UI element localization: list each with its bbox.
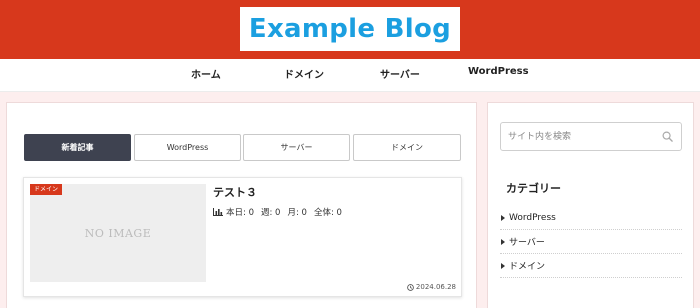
category-item-wordpress[interactable]: WordPress <box>500 206 682 230</box>
category-item-server[interactable]: サーバー <box>500 230 682 254</box>
nav-item-home[interactable]: ホーム <box>191 66 221 81</box>
caret-right-icon <box>501 238 505 245</box>
post-thumbnail[interactable]: NO IMAGE <box>30 184 206 282</box>
search-input[interactable] <box>501 123 661 150</box>
search-form <box>500 122 682 151</box>
category-list: WordPress サーバー ドメイン <box>500 206 682 278</box>
bar-chart-icon <box>213 208 223 216</box>
post-title[interactable]: テスト３ <box>213 184 257 200</box>
main-content: 新着記事 WordPress サーバー ドメイン NO IMAGE ドメイン テ… <box>6 102 477 308</box>
caret-right-icon <box>501 262 505 269</box>
category-item-domain[interactable]: ドメイン <box>500 254 682 278</box>
page-view-counts: 本日: 0 週: 0 月: 0 全体: 0 <box>213 206 349 218</box>
global-nav: ホーム ドメイン サーバー WordPress <box>0 59 700 92</box>
category-item-label: WordPress <box>509 212 556 223</box>
nav-item-wordpress[interactable]: WordPress <box>468 66 529 77</box>
sidebar: カテゴリー WordPress サーバー ドメイン <box>487 102 694 308</box>
category-heading: カテゴリー <box>506 182 561 195</box>
post-card[interactable]: NO IMAGE ドメイン テスト３ 本日: 0 週: 0 月: 0 全体: 0… <box>23 177 462 297</box>
category-item-label: ドメイン <box>509 262 546 272</box>
nav-item-server[interactable]: サーバー <box>380 66 420 81</box>
site-header: Example Blog <box>0 0 700 59</box>
site-logo-text: Example Blog <box>248 14 452 44</box>
no-image-text: NO IMAGE <box>84 226 152 240</box>
nav-item-domain[interactable]: ドメイン <box>284 66 324 81</box>
pv-month: 月: 0 <box>287 208 307 218</box>
search-icon[interactable] <box>662 131 673 142</box>
post-date: 2024.06.28 <box>407 283 456 291</box>
pv-total: 全体: 0 <box>313 208 342 218</box>
category-item-label: サーバー <box>509 238 545 248</box>
site-logo[interactable]: Example Blog <box>240 7 460 51</box>
category-badge: ドメイン <box>30 184 63 195</box>
tab-domain[interactable]: ドメイン <box>353 134 461 161</box>
tab-wordpress[interactable]: WordPress <box>134 134 241 161</box>
pv-week: 週: 0 <box>260 208 281 218</box>
clock-icon <box>407 283 414 291</box>
tab-server[interactable]: サーバー <box>243 134 350 161</box>
pv-today: 本日: 0 <box>226 208 254 218</box>
post-date-text: 2024.06.28 <box>415 283 456 291</box>
caret-right-icon <box>501 214 505 221</box>
tab-new-posts[interactable]: 新着記事 <box>24 134 131 161</box>
